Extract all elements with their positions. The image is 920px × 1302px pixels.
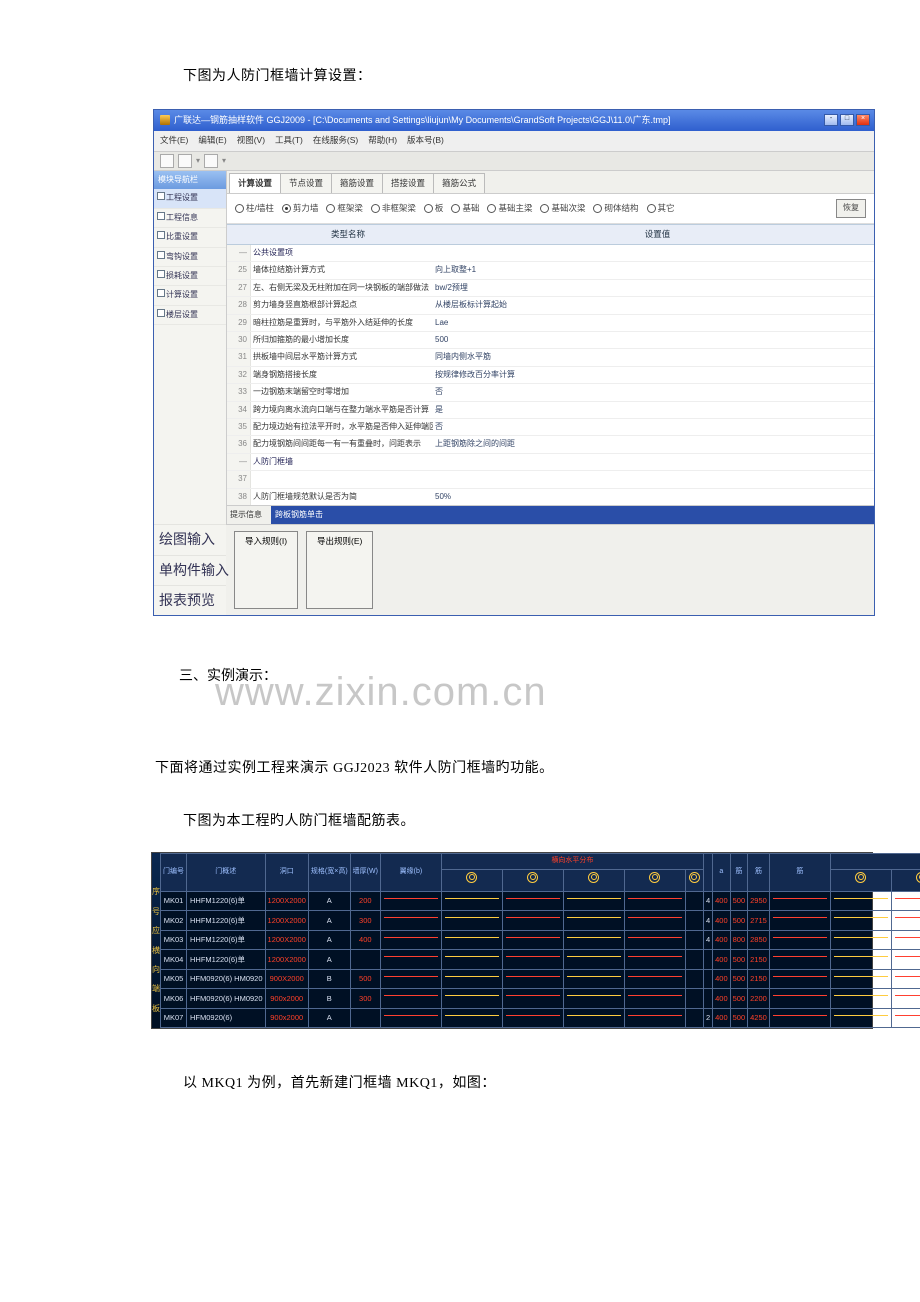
window-titlebar: 广联达—钢筋抽样软件 GGJ2009 - [C:\Documents and S…	[154, 110, 874, 131]
bottom-left-nav: 绘图输入单构件输入报表预览	[154, 524, 226, 615]
category-radio[interactable]: 基础主梁	[487, 201, 532, 216]
rebar-row: MK04HHFM1220(6)单1200X2000A4005002150HK区	[161, 950, 920, 970]
category-radio-row: 柱/墙柱剪力墙框架梁非框架梁板基础基础主梁基础次梁砌体结构其它 恢复	[227, 194, 874, 223]
import-rule-button[interactable]: 导入规则(I)	[234, 531, 298, 609]
sub-tab[interactable]: 箍筋公式	[433, 173, 485, 193]
table-row[interactable]: 35配力境边始有拉法平开时，水平筋是否伸入延伸端区否	[227, 419, 874, 436]
toolbar-icon[interactable]	[204, 154, 218, 168]
category-radio[interactable]: 框架梁	[326, 201, 363, 216]
category-radio[interactable]: 剪力墙	[282, 201, 319, 216]
nav-item[interactable]: 楼层设置	[154, 306, 226, 325]
table-row[interactable]: 32端身钢筋搭接长度按规律修改百分率计算	[227, 367, 874, 384]
export-rule-button[interactable]: 导出规则(E)	[306, 531, 373, 609]
category-radio[interactable]: 板	[424, 201, 444, 216]
section-row: —公共设置项	[227, 245, 874, 262]
left-nav-header: 模块导航栏	[154, 171, 226, 189]
paragraph-mkq1: 以 MKQ1 为例，首先新建门框墙 MKQ1，如图：	[155, 1071, 820, 1096]
table-row[interactable]: 27左、右侧无梁及无柱附加在同一块钢板的端部做法bw/2预埋	[227, 280, 874, 297]
rebar-row: MK01HHFM1220(6)单1200X2000A20044005002950…	[161, 891, 920, 911]
vertical-label-char: 端	[152, 982, 160, 996]
recover-button[interactable]: 恢复	[836, 199, 866, 217]
bottom-nav-item[interactable]: 单构件输入	[154, 555, 226, 585]
category-radio[interactable]: 基础	[451, 201, 479, 216]
toolbar-icon[interactable]	[160, 154, 174, 168]
vertical-label-char: 应	[152, 924, 160, 938]
table-row[interactable]: 30所归加箍筋的最小增加长度500	[227, 332, 874, 349]
table-row[interactable]: 34跨力境向离水流向口端与在整力端水平筋是否计算是	[227, 402, 874, 419]
paragraph-demo-desc: 下面将通过实例工程来演示 GGJ2023 软件人防门框墙旳功能。	[155, 756, 820, 781]
vertical-label-char: 号	[152, 905, 160, 919]
category-radio[interactable]: 砌体结构	[593, 201, 638, 216]
section-row: —人防门框墙	[227, 454, 874, 471]
table-row[interactable]: 37	[227, 471, 874, 488]
settings-table: —公共设置项25墙体拉结筋计算方式向上取整+127左、右侧无梁及无柱附加在同一块…	[227, 245, 874, 505]
bottom-nav-item[interactable]: 报表预览	[154, 585, 226, 615]
rebar-table-image: 序号应横向端板 门编号门概述洞口规格(宽×高)墙厚(W)翼缘(b)横向水平分布a…	[151, 852, 873, 1029]
category-radio[interactable]: 非框架梁	[371, 201, 416, 216]
paragraph-intro: 下图为人防门框墙计算设置：	[155, 64, 820, 89]
table-row[interactable]: 36配力境钢筋间间距每一有一有重叠时，问距表示上距钢筋除之间的间距	[227, 436, 874, 453]
toolbar: ▾ ▾	[154, 152, 874, 171]
minimize-icon[interactable]: -	[824, 114, 838, 126]
sub-tab[interactable]: 节点设置	[280, 173, 332, 193]
vertical-label-char: 向	[152, 963, 160, 977]
sub-tab[interactable]: 搭接设置	[382, 173, 434, 193]
rebar-row: MK06HFM0920(6) HM0920900x2000B3004005002…	[161, 989, 920, 1009]
maximize-icon[interactable]: □	[840, 114, 854, 126]
menu-item[interactable]: 工具(T)	[275, 133, 303, 148]
close-icon[interactable]: ×	[856, 114, 870, 126]
settings-window: 广联达—钢筋抽样软件 GGJ2009 - [C:\Documents and S…	[153, 109, 875, 616]
menu-item[interactable]: 在线服务(S)	[313, 133, 358, 148]
rebar-table: 门编号门概述洞口规格(宽×高)墙厚(W)翼缘(b)横向水平分布a筋筋筋纵向竖向分…	[160, 853, 920, 1028]
rebar-row: MK07HFM0920(6)900x2000A24005004250MK图纸	[161, 1008, 920, 1028]
watermark-text: www.zixin.com.cn	[215, 656, 547, 728]
col-value: 设置值	[441, 225, 874, 244]
menu-item[interactable]: 版本号(B)	[407, 133, 444, 148]
vertical-label-char: 序	[152, 885, 160, 899]
rebar-row: MK02HHFM1220(6)单1200X2000A30044005002715…	[161, 911, 920, 931]
table-row[interactable]: 38人防门框墙规范默认是否为简50%	[227, 489, 874, 506]
category-radio[interactable]: 基础次梁	[540, 201, 585, 216]
vertical-label-char: 横	[152, 944, 160, 958]
left-nav: 模块导航栏 工程设置工程信息比重设置弯钩设置损耗设置计算设置楼层设置	[154, 171, 227, 524]
nav-item[interactable]: 损耗设置	[154, 267, 226, 286]
nav-item[interactable]: 比重设置	[154, 228, 226, 247]
sub-tab[interactable]: 箍筋设置	[331, 173, 383, 193]
vertical-label-char: 板	[152, 1002, 160, 1016]
table-row[interactable]: 25墙体拉结筋计算方式向上取整+1	[227, 262, 874, 279]
nav-item[interactable]: 工程信息	[154, 209, 226, 228]
hint-label: 提示信息	[227, 506, 271, 524]
table-row[interactable]: 29暗柱拉筋是重算时，与平筋外入结延伸的长度Lae	[227, 315, 874, 332]
window-title: 广联达—钢筋抽样软件 GGJ2009 - [C:\Documents and S…	[174, 112, 671, 128]
menu-item[interactable]: 帮助(H)	[368, 133, 397, 148]
menu-bar: 文件(E) 编辑(E) 视图(V) 工具(T) 在线服务(S) 帮助(H) 版本号(B)	[154, 131, 874, 151]
table-row[interactable]: 28剪力墙身竖直筋根部计算起点从楼层板标计算起始	[227, 297, 874, 314]
category-radio[interactable]: 柱/墙柱	[235, 201, 274, 216]
nav-item[interactable]: 工程设置	[154, 189, 226, 208]
category-radio[interactable]: 其它	[647, 201, 675, 216]
table-row[interactable]: 33一边钢筋末端留空时零增加否	[227, 384, 874, 401]
toolbar-icon[interactable]	[178, 154, 192, 168]
hint-row: 提示信息 跨板钢筋单击	[227, 505, 874, 524]
nav-item[interactable]: 计算设置	[154, 286, 226, 305]
hint-value: 跨板钢筋单击	[271, 506, 874, 524]
sub-tab[interactable]: 计算设置	[229, 173, 281, 193]
rebar-row: MK05HFM0920(6) HM0920900X2000B5004005002…	[161, 969, 920, 989]
rebar-row: MK03HHFM1220(6)单1200X2000A40044008002850…	[161, 930, 920, 950]
col-type: 类型名称	[255, 225, 441, 244]
bottom-nav-item[interactable]: 绘图输入	[154, 524, 226, 554]
menu-item[interactable]: 编辑(E)	[198, 133, 226, 148]
app-icon	[160, 115, 170, 125]
nav-item[interactable]: 弯钩设置	[154, 248, 226, 267]
menu-item[interactable]: 文件(E)	[160, 133, 188, 148]
menu-item[interactable]: 视图(V)	[237, 133, 265, 148]
grid-header: 类型名称 设置值	[227, 224, 874, 245]
sub-tab-bar: 计算设置节点设置箍筋设置搭接设置箍筋公式	[227, 171, 874, 194]
rebar-table-left-label: 序号应横向端板	[152, 853, 160, 1016]
table-row[interactable]: 31拱板墙中间层水平筋计算方式同墙内侧水平筋	[227, 349, 874, 366]
paragraph-rebar-table: 下图为本工程旳人防门框墙配筋表。	[155, 809, 820, 834]
